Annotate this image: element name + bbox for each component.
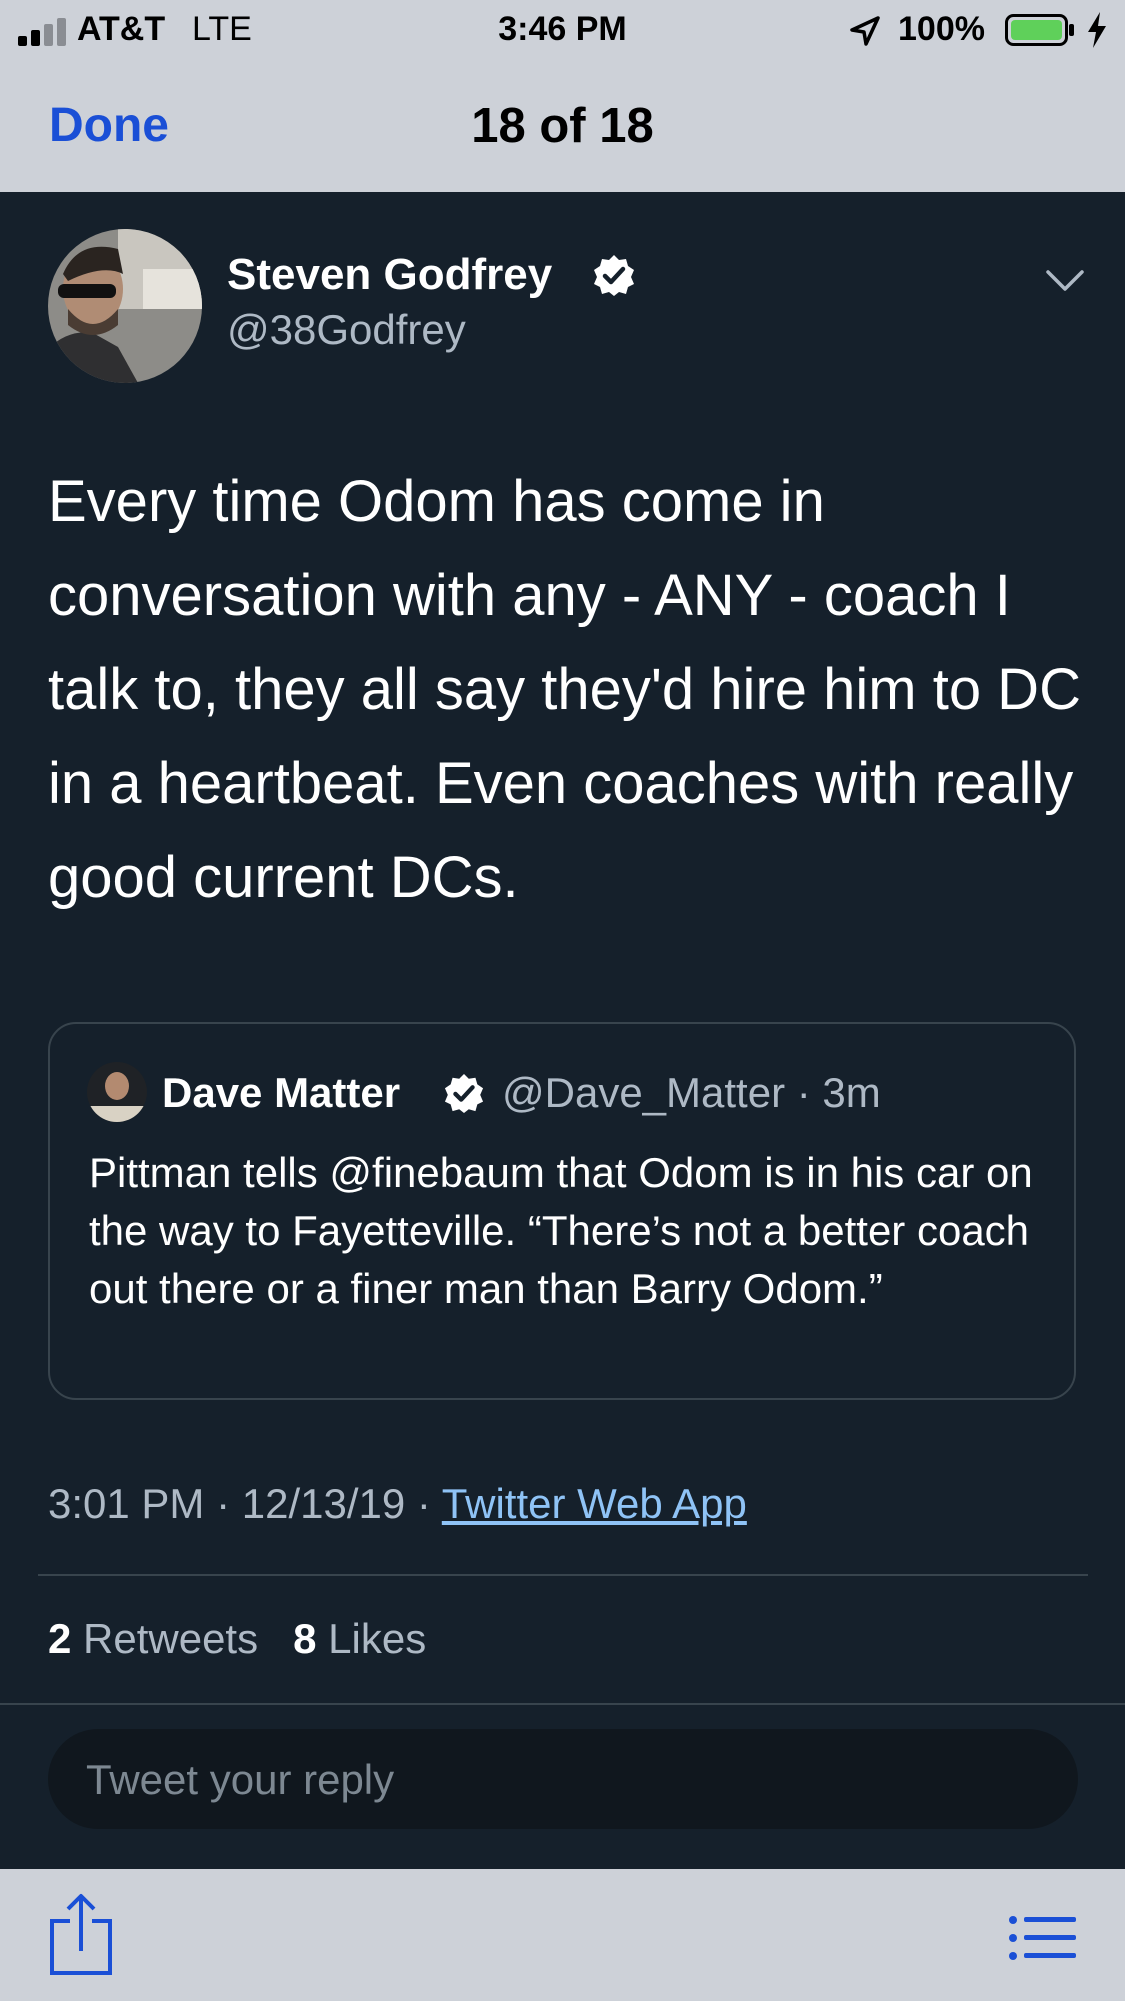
chevron-down-icon[interactable] [1045, 268, 1085, 294]
charging-bolt-icon [1088, 12, 1106, 48]
author-handle[interactable]: @38Godfrey [227, 306, 466, 354]
likes-label: Likes [316, 1615, 427, 1662]
retweets-stat[interactable]: 2 Retweets [48, 1615, 258, 1662]
tweet-timestamp: 3:01 PM · 12/13/19 · [48, 1480, 442, 1527]
verified-badge-icon [444, 1073, 484, 1113]
retweets-count: 2 [48, 1615, 72, 1662]
top-bar: AT&T LTE 3:46 PM 100% Done 18 of 18 [0, 0, 1125, 192]
reply-box[interactable] [48, 1729, 1078, 1831]
avatar[interactable] [48, 229, 202, 383]
quoted-avatar-photo [87, 1062, 147, 1122]
bottom-toolbar [0, 1869, 1125, 2001]
avatar-photo [48, 229, 202, 383]
likes-stat[interactable]: 8 Likes [293, 1615, 426, 1662]
tweet-text: Every time Odom has come in conversation… [48, 469, 1081, 910]
quoted-tweet-card[interactable]: Dave Matter @Dave_Matter · 3m Pittman te… [48, 1022, 1076, 1400]
engagement-stats: 2 Retweets 8 Likes [48, 1615, 426, 1663]
divider [0, 1703, 1125, 1705]
author-name[interactable]: Steven Godfrey [227, 250, 552, 300]
battery-percent: 100% [898, 10, 985, 48]
list-icon[interactable] [1008, 1914, 1076, 1962]
location-arrow-icon [850, 16, 880, 46]
share-icon[interactable] [48, 1893, 114, 1977]
quoted-tweet-text: Pittman tells @finebaum that Odom is in … [89, 1149, 1033, 1312]
tweet-meta: 3:01 PM · 12/13/19 · Twitter Web App [48, 1480, 747, 1528]
quoted-handle-time: @Dave_Matter · 3m [502, 1069, 881, 1116]
retweets-label: Retweets [71, 1615, 259, 1662]
reply-input[interactable] [84, 1729, 1038, 1831]
source-link[interactable]: Twitter Web App [442, 1480, 747, 1527]
verified-badge-icon [594, 255, 634, 296]
battery-icon [1005, 14, 1074, 46]
page-counter: 18 of 18 [471, 99, 654, 153]
quoted-author-name: Dave Matter [162, 1069, 401, 1116]
likes-count: 8 [293, 1615, 317, 1662]
status-bar: AT&T LTE 3:46 PM 100% [0, 0, 1125, 62]
quoted-avatar [87, 1062, 147, 1122]
divider [38, 1574, 1088, 1576]
